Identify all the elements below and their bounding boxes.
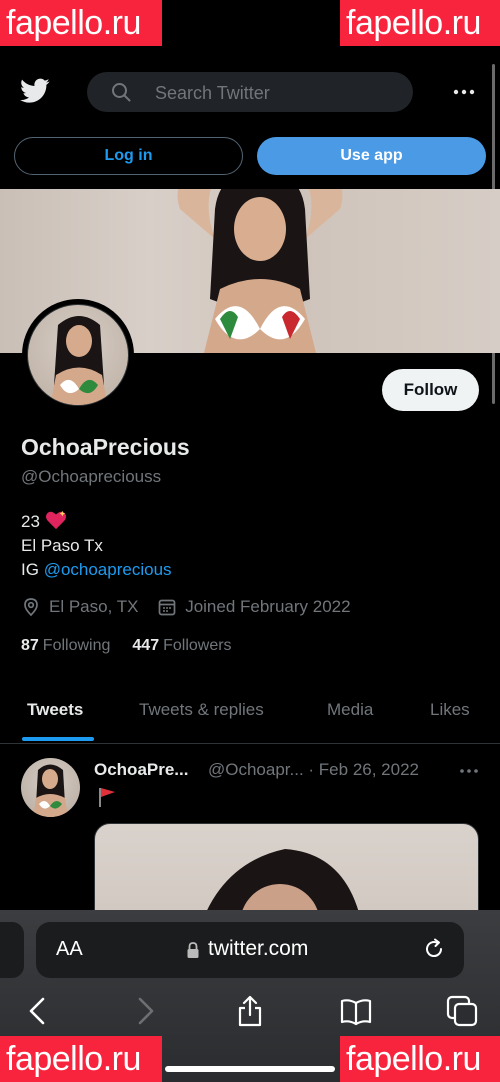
profile-joined: Joined February 2022 bbox=[185, 597, 351, 616]
forward-icon[interactable] bbox=[128, 994, 162, 1028]
tabs-icon[interactable] bbox=[445, 994, 479, 1028]
bookmarks-icon[interactable] bbox=[339, 994, 373, 1028]
sparkling-heart-icon bbox=[45, 510, 66, 530]
tab-media[interactable]: Media bbox=[327, 700, 373, 720]
search-input[interactable]: Search Twitter bbox=[87, 72, 413, 112]
active-tab-indicator bbox=[22, 737, 94, 741]
red-flag-icon bbox=[99, 788, 115, 807]
followers-label: Followers bbox=[163, 637, 232, 654]
following-link[interactable]: 87 Following bbox=[21, 637, 110, 654]
followers-link[interactable]: 447 Followers bbox=[132, 637, 231, 654]
watermark-bottom-right: fapello.ru bbox=[340, 1036, 500, 1082]
follow-counts: 87 Following 447 Followers bbox=[21, 637, 232, 655]
avatar-photo bbox=[27, 304, 129, 406]
lock-icon bbox=[187, 942, 199, 958]
profile-bio: 23 El Paso Tx IG @ochoaprecious bbox=[21, 510, 172, 582]
following-label: Following bbox=[42, 637, 111, 654]
tweet-author-name[interactable]: OchoaPre... bbox=[94, 760, 188, 780]
bio-ig-link[interactable]: @ochoaprecious bbox=[44, 560, 172, 579]
tab-tweets[interactable]: Tweets bbox=[27, 700, 83, 720]
profile-meta: El Paso, TX Joined February 2022 bbox=[21, 597, 365, 619]
address-bar[interactable]: AA twitter.com bbox=[36, 922, 464, 978]
profile-handle: @Ochoapreciouss bbox=[21, 467, 162, 486]
location-pin-icon bbox=[24, 598, 38, 617]
followers-count: 447 bbox=[132, 637, 160, 654]
bio-ig-prefix: IG bbox=[21, 560, 39, 579]
use-app-button[interactable]: Use app bbox=[257, 137, 486, 175]
tweet-avatar[interactable] bbox=[21, 758, 80, 817]
watermark-top-left: fapello.ru bbox=[0, 0, 162, 46]
profile-avatar[interactable] bbox=[22, 299, 134, 411]
search-icon bbox=[112, 83, 131, 102]
url-text: twitter.com bbox=[208, 937, 309, 960]
back-icon[interactable] bbox=[21, 994, 55, 1028]
watermark-top-right: fapello.ru bbox=[340, 0, 500, 46]
auth-buttons: Log in Use app bbox=[14, 137, 486, 175]
text-size-button[interactable]: AA bbox=[56, 938, 83, 961]
previous-tab-stub[interactable] bbox=[0, 922, 24, 978]
calendar-icon bbox=[158, 599, 176, 616]
tweet-handle-date[interactable]: @Ochoapr... · Feb 26, 2022 bbox=[208, 760, 419, 780]
home-indicator[interactable] bbox=[165, 1066, 335, 1072]
following-count: 87 bbox=[21, 637, 39, 654]
tab-likes[interactable]: Likes bbox=[430, 700, 470, 720]
share-icon[interactable] bbox=[233, 994, 267, 1028]
search-placeholder: Search Twitter bbox=[155, 83, 270, 103]
follow-button[interactable]: Follow bbox=[382, 369, 479, 411]
twitter-bird-icon[interactable] bbox=[20, 78, 50, 104]
watermark-bottom-left: fapello.ru bbox=[0, 1036, 162, 1082]
profile-tabs: Tweets Tweets & replies Media Likes bbox=[0, 690, 500, 744]
reload-icon[interactable] bbox=[422, 937, 446, 961]
login-button[interactable]: Log in bbox=[14, 137, 243, 175]
profile-display-name: OchoaPrecious bbox=[21, 434, 190, 460]
bio-age: 23 bbox=[21, 512, 40, 531]
tweet-more-icon[interactable] bbox=[458, 761, 480, 781]
more-options-icon[interactable] bbox=[452, 80, 476, 104]
tab-tweets-replies[interactable]: Tweets & replies bbox=[139, 700, 264, 720]
top-bar: Search Twitter bbox=[0, 68, 500, 116]
profile-location: El Paso, TX bbox=[49, 597, 139, 616]
bio-city: El Paso Tx bbox=[21, 536, 103, 555]
banner-photo bbox=[177, 189, 343, 353]
